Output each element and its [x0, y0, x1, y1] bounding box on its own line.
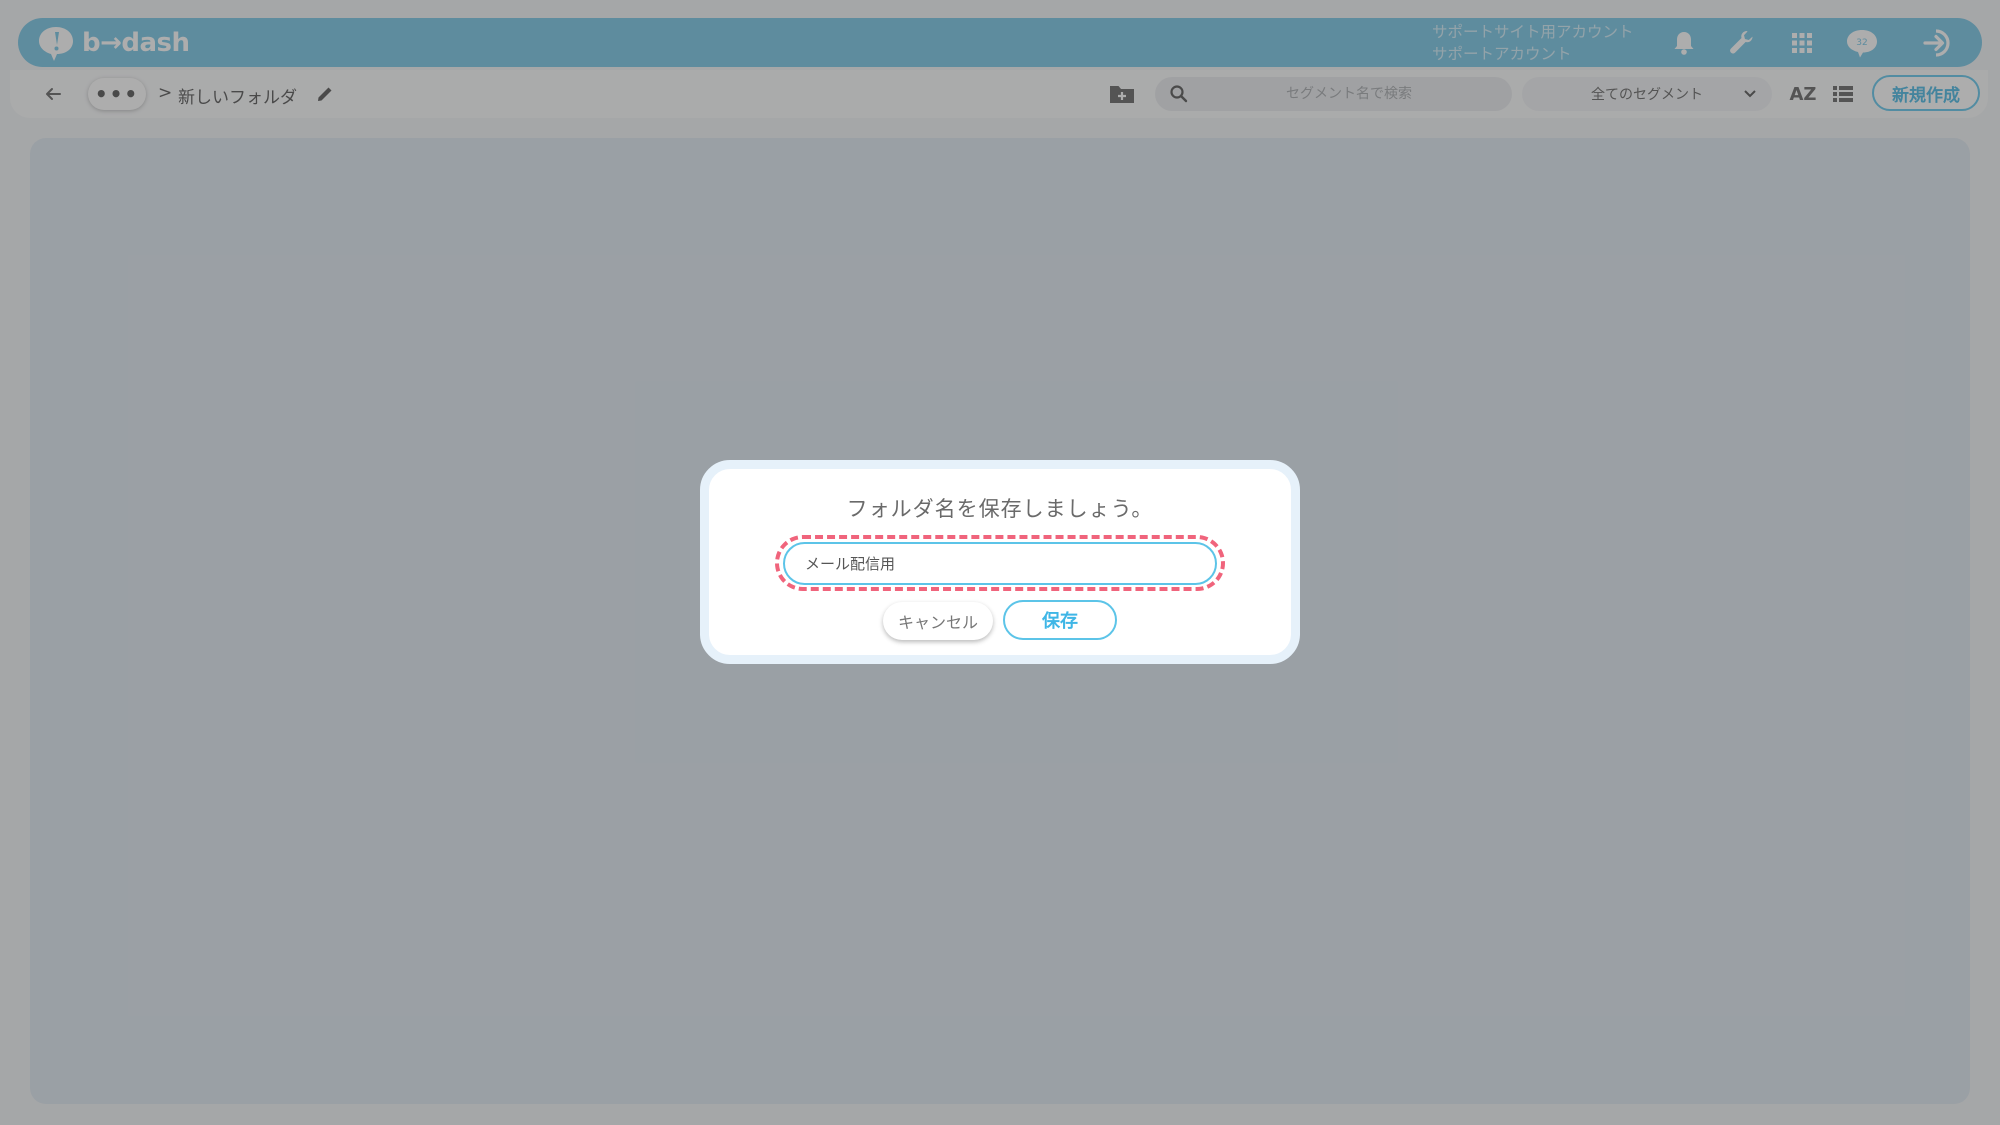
dialog-title: フォルダ名を保存しましょう。 [846, 497, 1154, 521]
save-button[interactable]: 保存 [1003, 600, 1117, 640]
folder-name-highlight [775, 535, 1225, 591]
folder-name-input[interactable] [783, 542, 1217, 585]
cancel-button[interactable]: キャンセル [883, 602, 993, 640]
rename-folder-dialog: フォルダ名を保存しましょう。 キャンセル 保存 [700, 460, 1300, 664]
